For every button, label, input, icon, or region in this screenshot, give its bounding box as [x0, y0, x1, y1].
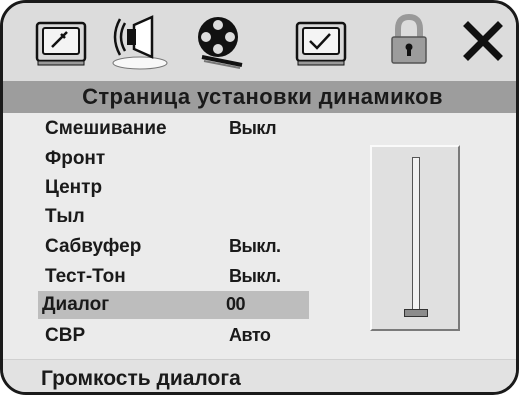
- menu-item-label: Смешивание: [45, 118, 167, 139]
- menu-item-label: Сабвуфер: [45, 236, 142, 257]
- film-reel-icon: [198, 17, 243, 69]
- page-title: Страница установки динамиков: [3, 81, 516, 113]
- menu-item-downmix[interactable]: Смешивание Выкл: [41, 115, 311, 143]
- menu-item-value: 00: [226, 294, 246, 314]
- tab-general-setup[interactable]: [27, 7, 95, 75]
- menu-item-value: Выкл.: [229, 236, 281, 256]
- status-bar: Громкость диалога: [3, 359, 516, 392]
- tab-bar: [3, 3, 516, 81]
- tab-video-setup[interactable]: [186, 7, 254, 75]
- menu-item-subwoofer[interactable]: Сабвуфер Выкл.: [41, 233, 311, 261]
- speaker-icon: [112, 15, 168, 70]
- padlock-icon: [391, 13, 427, 64]
- tab-preference-setup[interactable]: [287, 7, 355, 75]
- tv-wrench-icon: [35, 21, 87, 66]
- tab-speaker-setup[interactable]: [105, 7, 173, 75]
- menu-item-label: Тыл: [45, 206, 85, 227]
- menu-item-label: Фронт: [45, 148, 106, 169]
- slider-thumb[interactable]: [404, 309, 428, 317]
- menu-item-label: СВР: [45, 325, 86, 346]
- settings-menu: Смешивание Выкл Фронт Центр Тыл Сабвуфер…: [3, 113, 516, 359]
- menu-item-value: Выкл.: [229, 266, 281, 286]
- menu-item-front[interactable]: Фронт: [41, 145, 311, 173]
- tab-exit[interactable]: [449, 7, 516, 75]
- menu-item-test-tone[interactable]: Тест-Тон Выкл.: [41, 263, 311, 291]
- menu-item-dialog[interactable]: Диалог 00: [38, 291, 309, 319]
- menu-item-label: Диалог: [42, 294, 110, 315]
- tab-password-setup[interactable]: [375, 7, 443, 75]
- setup-window: Страница установки динамиков Смешивание …: [0, 0, 519, 395]
- menu-item-center[interactable]: Центр: [41, 174, 311, 202]
- tv-checkmark-icon: [295, 21, 347, 66]
- menu-item-value: Авто: [229, 325, 271, 345]
- menu-item-value: Выкл: [229, 118, 277, 138]
- status-text: Громкость диалога: [41, 367, 241, 390]
- menu-item-label: Тест-Тон: [45, 266, 126, 287]
- menu-item-drc[interactable]: СВР Авто: [41, 322, 311, 350]
- dialog-level-slider[interactable]: [370, 145, 460, 331]
- slider-track: [412, 157, 420, 317]
- menu-item-label: Центр: [45, 177, 103, 198]
- close-icon: [463, 21, 503, 61]
- menu-item-rear[interactable]: Тыл: [41, 203, 311, 231]
